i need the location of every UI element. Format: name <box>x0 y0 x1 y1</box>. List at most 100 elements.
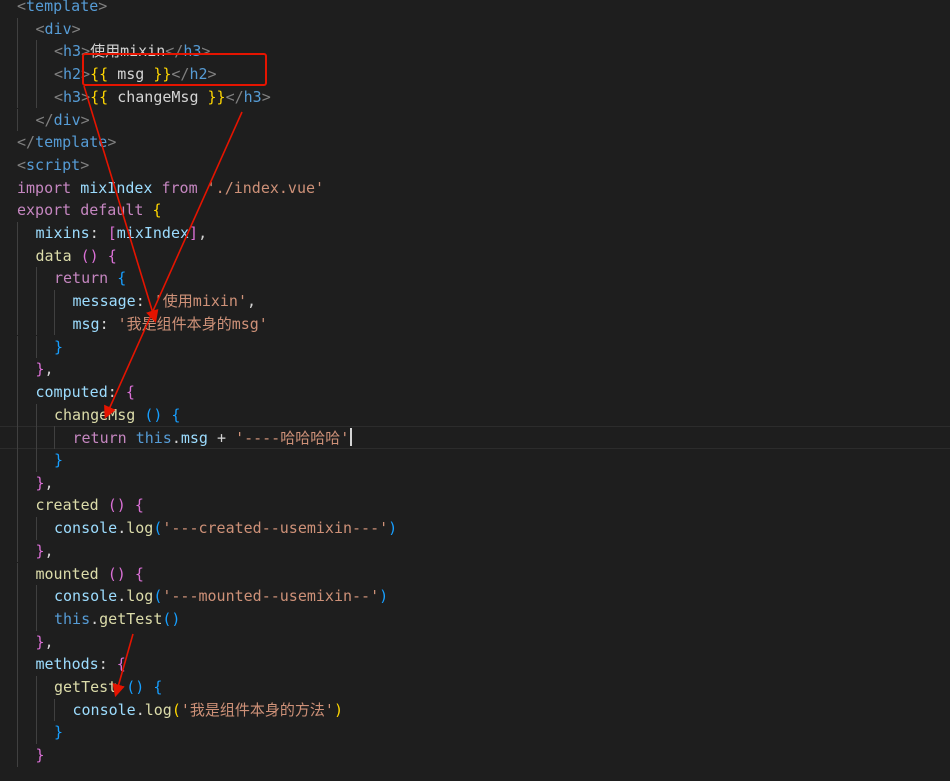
indent-guide <box>17 63 18 86</box>
code-token: > <box>81 42 91 61</box>
code-token: '我是组件本身的msg' <box>117 314 268 333</box>
code-text: }, <box>36 358 54 381</box>
code-token: { <box>107 246 117 265</box>
code-line[interactable]: return { <box>0 267 950 290</box>
code-token: > <box>81 87 91 106</box>
indent-guide <box>17 562 18 586</box>
code-line[interactable]: data () { <box>0 245 950 268</box>
code-line[interactable]: <template> <box>0 0 950 18</box>
code-token: template <box>35 133 108 152</box>
code-editor[interactable]: <template> <div> <h3>使用mixin</h3> <h2>{{ ms… <box>0 0 950 781</box>
code-line[interactable]: } <box>0 449 950 472</box>
code-text: return { <box>54 267 126 290</box>
code-token: 使用mixin <box>90 42 166 61</box>
code-token: , <box>44 632 54 651</box>
code-text: } <box>54 336 63 359</box>
code-line[interactable]: } <box>0 721 950 744</box>
indent-guide <box>17 471 18 495</box>
code-token: </ <box>165 42 184 61</box>
code-token: msg <box>108 65 154 84</box>
code-line[interactable]: }, <box>0 540 950 563</box>
code-line[interactable]: console.log('---mounted--usemixin--') <box>0 585 950 608</box>
indent-guide <box>17 449 18 472</box>
code-token: , <box>247 292 257 311</box>
code-token: > <box>80 155 90 174</box>
code-text: created () { <box>36 494 144 517</box>
code-line[interactable]: </template> <box>0 131 950 154</box>
code-token: log <box>126 519 154 538</box>
code-token: mixins <box>35 224 90 242</box>
indent-guide <box>17 312 18 336</box>
code-line[interactable]: }, <box>0 631 950 654</box>
code-token: log <box>126 587 154 606</box>
code-text: computed: { <box>36 381 135 404</box>
code-line[interactable]: return this.msg + '----哈哈哈哈' <box>0 426 950 449</box>
indent-guide <box>35 517 37 540</box>
code-line[interactable]: } <box>0 336 950 359</box>
indent-guide <box>17 744 18 767</box>
code-token: h3 <box>63 87 82 106</box>
code-token: > <box>71 19 81 38</box>
code-line[interactable]: computed: { <box>0 381 950 404</box>
code-line[interactable]: methods: { <box>0 653 950 676</box>
code-token: . <box>117 587 127 606</box>
indent-guide <box>54 312 55 336</box>
code-line[interactable]: created () { <box>0 494 950 517</box>
code-token: { <box>134 496 144 515</box>
code-line[interactable]: <div> <box>0 18 950 41</box>
code-line[interactable]: mixins: [mixIndex], <box>0 222 950 245</box>
indent-guide <box>35 403 37 427</box>
code-line[interactable]: changeMsg () { <box>0 404 950 427</box>
code-text: <div> <box>36 18 81 41</box>
code-token: { <box>152 201 162 220</box>
code-text: console.log('---mounted--usemixin--') <box>54 585 388 608</box>
code-line[interactable]: import mixIndex from './index.vue' <box>0 177 950 200</box>
code-token: mixIndex <box>116 224 190 242</box>
indent-guide <box>35 267 37 291</box>
code-token: } <box>35 632 45 651</box>
code-token: mounted <box>35 564 99 583</box>
code-token: . <box>117 519 127 538</box>
code-line[interactable]: <script> <box>0 154 950 177</box>
code-token: . <box>135 700 145 719</box>
code-line[interactable]: </div> <box>0 109 950 132</box>
code-text: <script> <box>17 154 89 177</box>
code-line[interactable]: mounted () { <box>0 563 950 586</box>
code-token: ] <box>189 224 199 242</box>
code-token: < <box>17 155 27 174</box>
code-line[interactable]: <h3>使用mixin</h3> <box>0 40 950 63</box>
indent-guide <box>17 335 18 359</box>
code-line[interactable]: }, <box>0 472 950 495</box>
code-line[interactable]: getTest () { <box>0 676 950 699</box>
code-token: data <box>35 246 72 265</box>
code-line[interactable]: message: '使用mixin', <box>0 290 950 313</box>
code-token: console <box>72 700 136 719</box>
code-token: mixIndex <box>80 178 153 197</box>
code-token: {{ <box>90 65 109 84</box>
code-token: < <box>54 87 64 106</box>
code-text: <h2>{{ msg }}</h2> <box>54 63 217 86</box>
code-token: created <box>35 496 99 515</box>
indent-guide <box>17 698 18 722</box>
code-token: }} <box>207 87 226 106</box>
indent-guide <box>35 698 37 722</box>
code-line[interactable]: }, <box>0 358 950 381</box>
code-line[interactable]: console.log('---created--usemixin---') <box>0 517 950 540</box>
indent-guide <box>17 108 18 132</box>
code-text: }, <box>36 472 54 495</box>
code-line[interactable]: <h2>{{ msg }}</h2> <box>0 63 950 86</box>
code-line[interactable]: <h3>{{ changeMsg }}</h3> <box>0 86 950 109</box>
code-line[interactable]: console.log('我是组件本身的方法') <box>0 699 950 722</box>
code-line[interactable]: this.getTest() <box>0 608 950 631</box>
code-line[interactable]: msg: '我是组件本身的msg' <box>0 313 950 336</box>
code-token: console <box>54 519 118 538</box>
code-line[interactable]: export default { <box>0 199 950 222</box>
code-token: () <box>80 246 99 265</box>
code-token: + <box>207 429 236 448</box>
code-line[interactable]: } <box>0 744 950 767</box>
